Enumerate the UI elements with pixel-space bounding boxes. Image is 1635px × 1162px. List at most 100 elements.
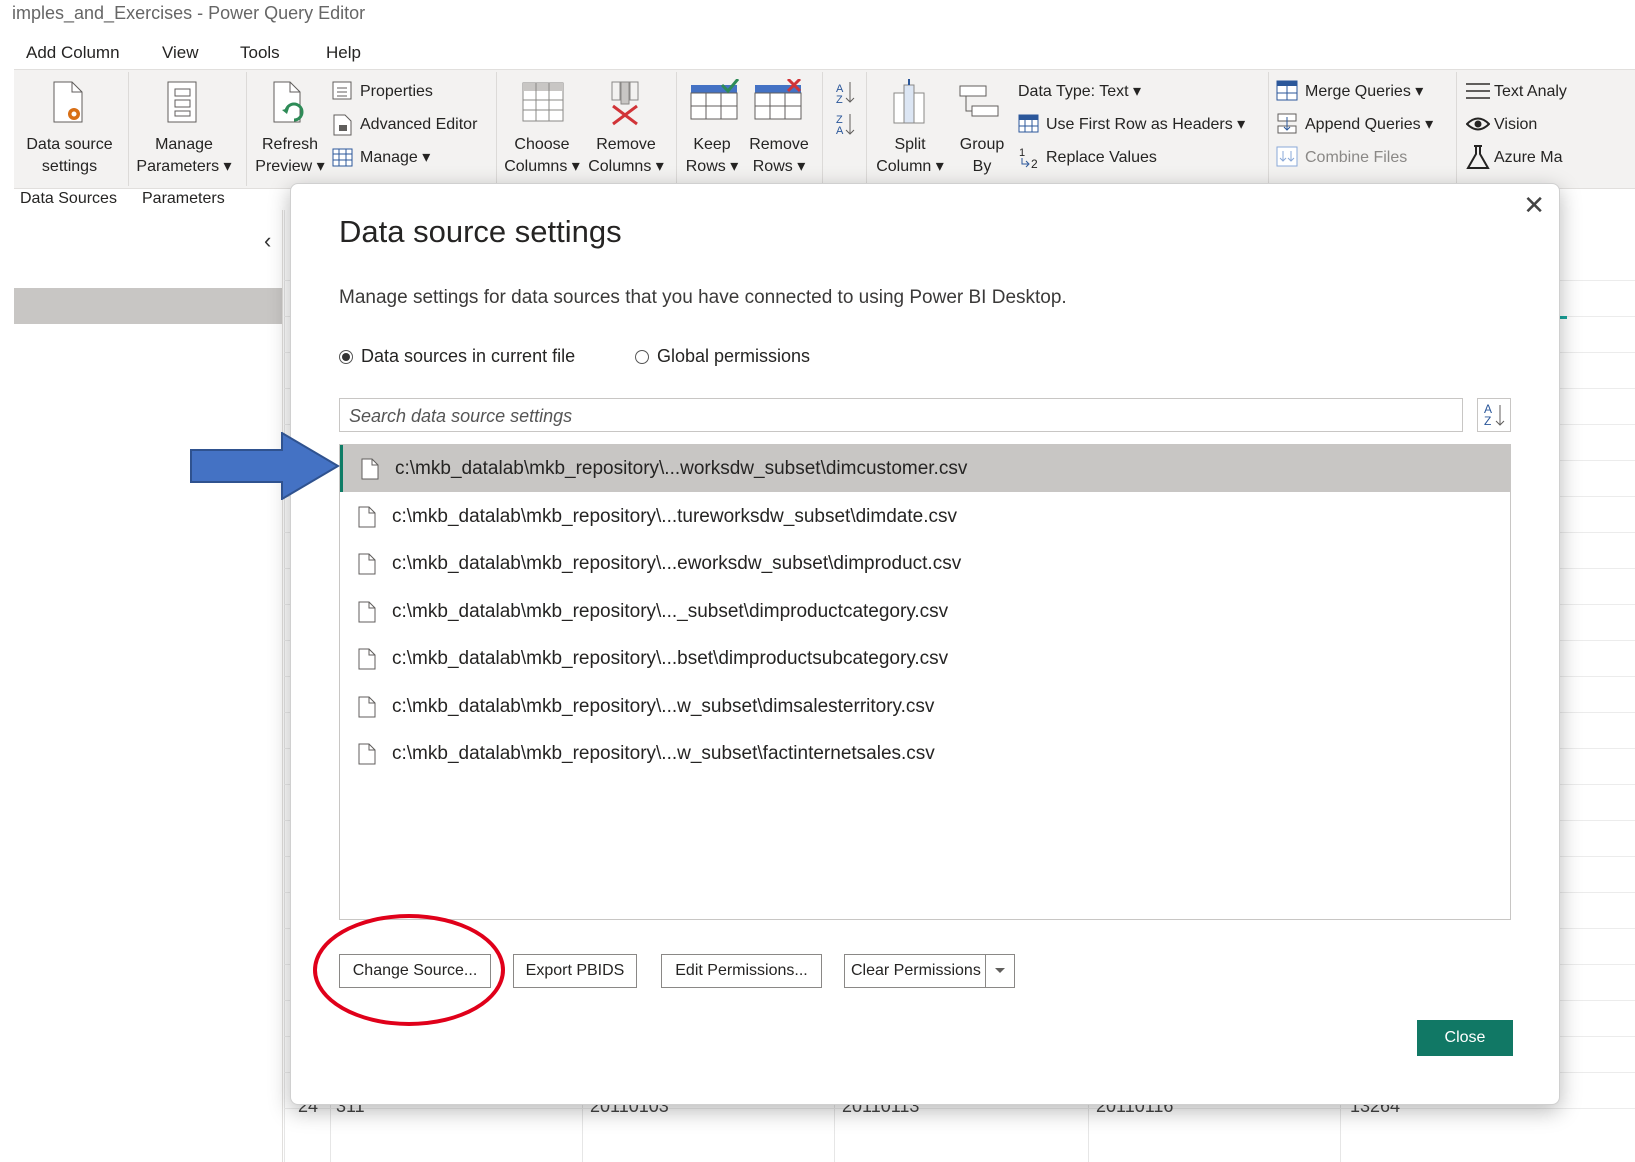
azure-ml-label: Azure Ma — [1494, 149, 1563, 166]
keep-rows-icon — [690, 79, 740, 120]
dialog-description: Manage settings for data sources that yo… — [339, 287, 1067, 308]
list-item[interactable]: c:\mkb_datalab\mkb_repository\...turewor… — [340, 493, 1510, 540]
refresh-icon — [273, 81, 304, 123]
data-source-path: c:\mkb_datalab\mkb_repository\...w_subse… — [392, 696, 935, 717]
svg-text:Z: Z — [836, 94, 843, 106]
menu-help[interactable]: Help — [326, 43, 361, 63]
properties-icon — [332, 81, 352, 100]
merge-queries-icon — [1276, 80, 1298, 101]
clear-permissions-button[interactable]: Clear Permissions — [844, 954, 986, 988]
close-button[interactable]: Close — [1417, 1020, 1513, 1056]
keep-rows-label-1: Keep — [693, 136, 731, 153]
choose-columns-icon — [522, 82, 564, 122]
svg-text:A: A — [836, 125, 844, 136]
radio-current-file-label: Data sources in current file — [361, 346, 576, 366]
replace-values-icon: 12 — [1019, 147, 1038, 170]
radio-selected-icon — [339, 349, 353, 364]
append-queries-label: Append Queries ▾ — [1305, 116, 1434, 133]
search-input[interactable]: Search data source settings — [339, 398, 1463, 432]
data-source-list: c:\mkb_datalab\mkb_repository\...worksdw… — [339, 444, 1511, 920]
search-placeholder: Search data source settings — [349, 406, 573, 426]
remove-rows-icon — [754, 79, 802, 120]
combine-files-label: Combine Files — [1305, 149, 1408, 166]
choose-columns-label-1: Choose — [514, 136, 570, 153]
manage-label: Manage ▾ — [360, 149, 431, 166]
radio-global-permissions[interactable]: Global permissions — [635, 346, 810, 367]
remove-columns-icon — [611, 81, 639, 126]
file-icon — [358, 601, 376, 623]
group-label-parameters: Parameters — [142, 190, 225, 207]
remove-rows-label-2: Rows ▾ — [752, 158, 806, 175]
table-icon — [332, 148, 353, 167]
merge-queries-label: Merge Queries ▾ — [1305, 83, 1424, 100]
collapse-chevron-icon[interactable]: ‹ — [264, 228, 271, 254]
svg-text:1: 1 — [1019, 147, 1025, 159]
selected-query-row[interactable] — [14, 288, 282, 324]
remove-rows-label-1: Remove — [749, 136, 809, 153]
remove-columns-label-1: Remove — [596, 136, 656, 153]
radio-global-label: Global permissions — [657, 346, 811, 366]
list-item[interactable]: c:\mkb_datalab\mkb_repository\...worksdw… — [340, 445, 1510, 492]
replace-values-label: Replace Values — [1046, 149, 1157, 166]
combine-files-icon — [1276, 146, 1298, 167]
queries-pane: ‹ — [14, 210, 283, 1162]
file-icon — [358, 506, 376, 528]
properties-label: Properties — [360, 83, 433, 100]
svg-text:Z: Z — [1484, 414, 1491, 428]
menu-tools[interactable]: Tools — [240, 43, 280, 63]
list-item[interactable]: c:\mkb_datalab\mkb_repository\...w_subse… — [340, 730, 1510, 777]
clear-permissions-dropdown[interactable] — [985, 954, 1015, 988]
radio-current-file[interactable]: Data sources in current file — [339, 346, 575, 367]
refresh-preview-label-2: Preview ▾ — [255, 158, 325, 175]
split-column-icon — [893, 79, 925, 124]
menu-bar: Add Column View Tools Help — [0, 38, 1635, 68]
remove-columns-label-2: Columns ▾ — [588, 158, 664, 175]
data-type-dropdown[interactable]: Data Type: Text ▾ — [1018, 81, 1141, 102]
split-column-label-2: Column ▾ — [876, 158, 944, 175]
menu-view[interactable]: View — [162, 43, 199, 63]
data-source-path: c:\mkb_datalab\mkb_repository\...w_subse… — [392, 743, 935, 764]
group-by-label-2: By — [972, 158, 992, 175]
keep-rows-label-2: Rows ▾ — [685, 158, 739, 175]
menu-add-column[interactable]: Add Column — [26, 43, 120, 63]
file-icon — [361, 458, 379, 480]
radio-unselected-icon — [635, 349, 649, 364]
list-item[interactable]: c:\mkb_datalab\mkb_repository\...eworksd… — [340, 540, 1510, 587]
dialog-title: Data source settings — [339, 214, 622, 249]
file-icon — [358, 553, 376, 575]
advanced-editor-label: Advanced Editor — [360, 116, 478, 133]
list-item[interactable]: c:\mkb_datalab\mkb_repository\...w_subse… — [340, 683, 1510, 730]
annotation-arrow-icon — [190, 432, 340, 500]
split-column-label-1: Split — [894, 136, 926, 153]
use-first-row-label: Use First Row as Headers ▾ — [1046, 116, 1246, 133]
choose-columns-label-2: Columns ▾ — [504, 158, 580, 175]
sort-icons[interactable]: A Z Z A — [834, 80, 858, 136]
data-source-settings-label-2: settings — [41, 158, 98, 175]
data-source-path: c:\mkb_datalab\mkb_repository\...eworksd… — [392, 553, 962, 574]
list-item[interactable]: c:\mkb_datalab\mkb_repository\..._subset… — [340, 588, 1510, 635]
window-title: imples_and_Exercises - Power Query Edito… — [12, 3, 366, 23]
manage-parameters-label-1: Manage — [155, 136, 213, 153]
manage-parameters-icon — [167, 81, 197, 123]
data-source-settings-label-1: Data source — [26, 136, 113, 153]
data-source-path: c:\mkb_datalab\mkb_repository\...worksdw… — [395, 458, 968, 479]
edit-permissions-button[interactable]: Edit Permissions... — [661, 954, 822, 988]
file-icon — [358, 743, 376, 765]
export-pbids-button[interactable]: Export PBIDS — [513, 954, 637, 988]
vision-label: Vision — [1494, 116, 1538, 133]
list-item[interactable]: c:\mkb_datalab\mkb_repository\...bset\di… — [340, 635, 1510, 682]
chevron-down-icon — [995, 968, 1005, 973]
sort-button[interactable]: A Z — [1477, 398, 1511, 432]
group-by-icon — [959, 85, 999, 117]
data-source-path: c:\mkb_datalab\mkb_repository\...bset\di… — [392, 648, 949, 669]
data-source-path: c:\mkb_datalab\mkb_repository\..._subset… — [392, 601, 949, 622]
annotation-circle — [313, 914, 505, 1026]
file-icon — [358, 648, 376, 670]
table-header-icon — [1018, 114, 1039, 133]
advanced-editor-icon — [333, 114, 352, 136]
close-icon[interactable]: ✕ — [1523, 190, 1545, 221]
data-source-settings-icon — [53, 81, 83, 123]
ribbon: Data source settings Manage Parameters ▾… — [14, 69, 1635, 207]
refresh-preview-label-1: Refresh — [261, 136, 319, 153]
svg-text:2: 2 — [1031, 157, 1038, 170]
